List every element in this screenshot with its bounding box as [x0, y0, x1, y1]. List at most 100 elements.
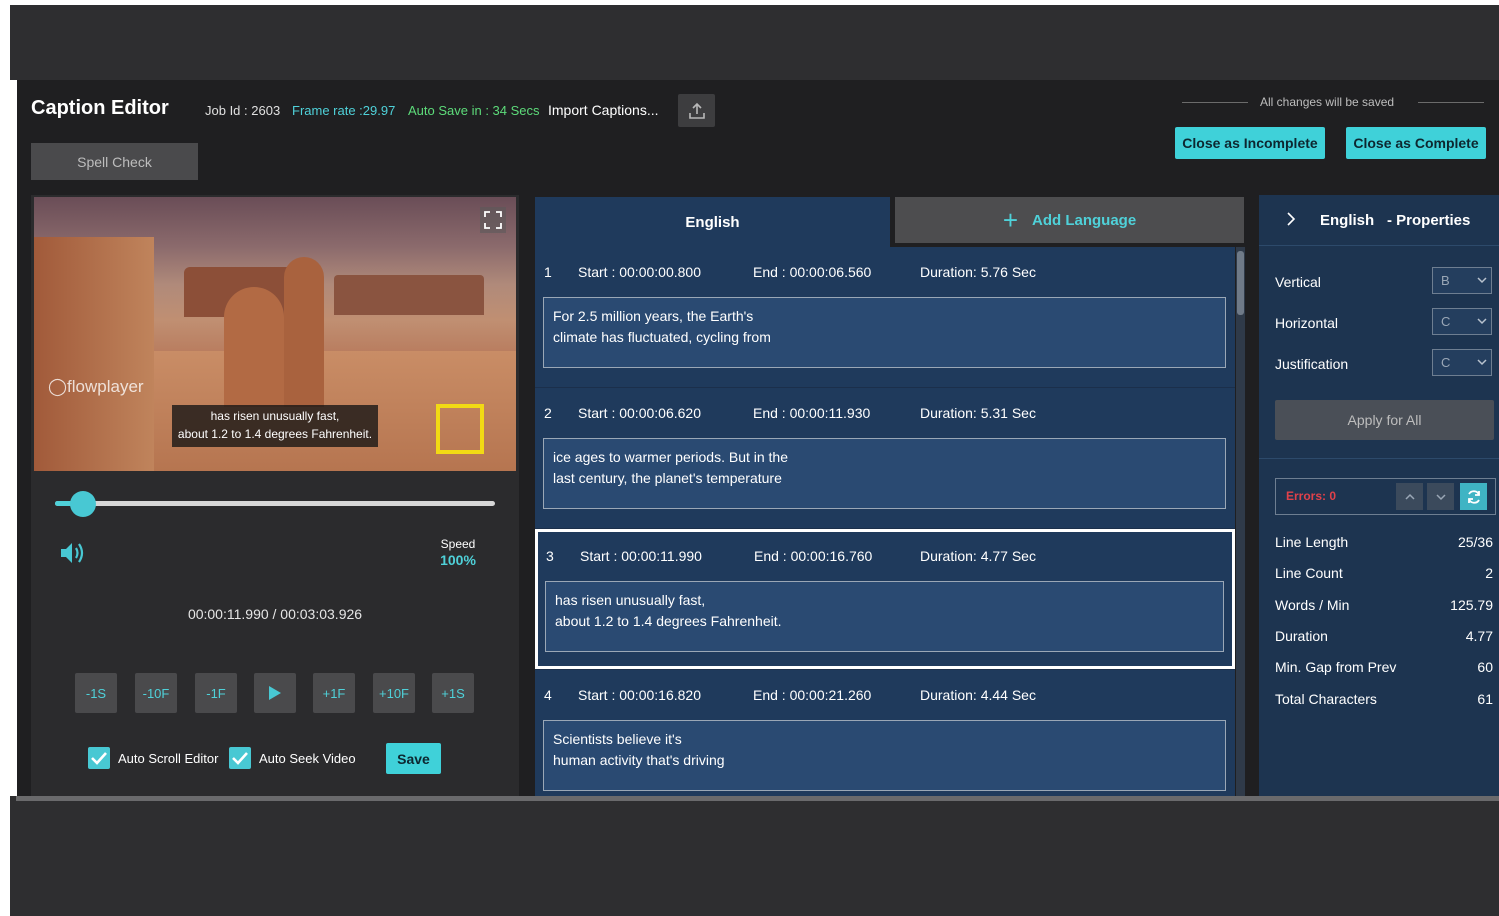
horizontal-select[interactable]: C — [1432, 308, 1492, 335]
forward-10f-button[interactable]: +10F — [373, 673, 415, 713]
auto-seek-checkbox[interactable] — [229, 747, 251, 769]
forward-1s-button[interactable]: +1S — [432, 673, 474, 713]
back-1f-button[interactable]: -1F — [195, 673, 237, 713]
vertical-label: Vertical — [1275, 274, 1321, 290]
check-icon — [91, 752, 107, 765]
stat-value: 4.77 — [1465, 628, 1493, 644]
collapse-button[interactable] — [1285, 211, 1297, 232]
back-10f-button[interactable]: -10F — [135, 673, 177, 713]
video-subtitle-line1: has risen unusually fast, — [210, 409, 340, 423]
caption-line: last century, the planet's temperature — [553, 470, 782, 486]
video-subtitle: has risen unusually fast, about 1.2 to 1… — [172, 405, 378, 447]
stat-value: 60 — [1477, 659, 1493, 675]
justification-value: C — [1441, 355, 1451, 370]
caption-text-editor[interactable]: For 2.5 million years, the Earth's clima… — [543, 297, 1226, 368]
volume-button[interactable] — [58, 539, 88, 572]
vertical-select[interactable]: B — [1432, 267, 1492, 294]
stat-value: 125.79 — [1450, 597, 1493, 613]
caption-text-editor[interactable]: ice ages to warmer periods. But in the l… — [543, 438, 1226, 509]
vertical-value: B — [1441, 273, 1450, 288]
video-panel: ◯flowplayer has risen unusually fast, ab… — [31, 195, 519, 796]
caption-line: human activity that's driving — [553, 752, 725, 768]
save-button[interactable]: Save — [386, 743, 441, 774]
play-icon — [269, 686, 281, 700]
caption-item-selected[interactable]: 3 Start : 00:00:11.990 End : 00:00:16.76… — [535, 529, 1235, 669]
properties-language: English — [1320, 212, 1375, 229]
tab-english[interactable]: English — [535, 197, 890, 247]
divider — [16, 796, 1499, 801]
stat-label: Line Length — [1275, 534, 1349, 550]
auto-seek-label: Auto Seek Video — [259, 750, 356, 766]
previous-error-button[interactable] — [1396, 483, 1423, 510]
video-scene — [284, 257, 324, 407]
caption-start: Start : 00:00:06.620 — [578, 405, 701, 421]
add-language-button[interactable]: + Add Language — [895, 197, 1244, 243]
video-scene — [34, 237, 154, 471]
speed-label: Speed — [440, 537, 476, 551]
chevron-down-icon — [1477, 277, 1487, 284]
caption-list-scrollbar[interactable] — [1236, 247, 1245, 796]
refresh-errors-button[interactable] — [1460, 483, 1487, 510]
stat-value: 25/36 — [1457, 534, 1493, 550]
save-note: All changes will be saved — [1182, 95, 1484, 109]
caption-item[interactable]: 4 Start : 00:00:16.820 End : 00:00:21.26… — [535, 670, 1235, 796]
fullscreen-icon — [484, 211, 502, 229]
stat-label: Line Count — [1275, 565, 1343, 581]
video-scene — [334, 275, 484, 315]
upload-button[interactable] — [678, 94, 715, 127]
chevron-right-icon — [1287, 212, 1296, 226]
video-player[interactable]: ◯flowplayer has risen unusually fast, ab… — [34, 197, 516, 471]
spell-check-button[interactable]: Spell Check — [31, 143, 198, 180]
next-error-button[interactable] — [1427, 483, 1454, 510]
auto-seek-toggle[interactable]: Auto Seek Video — [229, 746, 356, 770]
caption-text-editor[interactable]: has risen unusually fast, about 1.2 to 1… — [545, 581, 1224, 652]
caption-index: 3 — [546, 548, 554, 564]
properties-panel: English - Properties Vertical B Horizont… — [1259, 195, 1499, 796]
video-scene — [224, 287, 284, 407]
play-button[interactable] — [254, 673, 296, 713]
apply-for-all-button[interactable]: Apply for All — [1275, 400, 1494, 440]
close-complete-button[interactable]: Close as Complete — [1346, 127, 1486, 159]
auto-scroll-label: Auto Scroll Editor — [118, 750, 219, 766]
caption-item[interactable]: 2 Start : 00:00:06.620 End : 00:00:11.93… — [535, 388, 1235, 528]
speed-value[interactable]: 100% — [433, 552, 483, 568]
fullscreen-button[interactable] — [480, 207, 506, 233]
save-note-text: All changes will be saved — [1260, 95, 1395, 109]
caption-duration: Duration: 4.77 Sec — [920, 548, 1036, 564]
caption-start: Start : 00:00:00.800 — [578, 264, 701, 280]
caption-item[interactable]: 1 Start : 00:00:00.800 End : 00:00:06.56… — [535, 247, 1235, 387]
scrollbar-thumb[interactable] — [1237, 251, 1244, 315]
caption-line: For 2.5 million years, the Earth's — [553, 308, 754, 324]
frame-rate: Frame rate :29.97 — [292, 103, 396, 118]
caption-duration: Duration: 4.44 Sec — [920, 687, 1036, 703]
caption-list: 1 Start : 00:00:00.800 End : 00:00:06.56… — [535, 247, 1235, 796]
check-icon — [232, 752, 248, 765]
left-margin — [0, 0, 10, 916]
caption-index: 4 — [544, 687, 552, 703]
back-1s-button[interactable]: -1S — [75, 673, 117, 713]
stat-value: 61 — [1477, 691, 1493, 707]
caption-text-editor[interactable]: Scientists believe it's human activity t… — [543, 720, 1226, 791]
auto-scroll-checkbox[interactable] — [88, 747, 110, 769]
auto-save-status: Auto Save in : 34 Secs — [408, 103, 540, 118]
caption-end: End : 00:00:11.930 — [753, 405, 871, 421]
seek-handle[interactable] — [69, 491, 96, 517]
video-subtitle-line2: about 1.2 to 1.4 degrees Fahrenheit. — [177, 427, 373, 441]
auto-scroll-toggle[interactable]: Auto Scroll Editor — [88, 746, 218, 770]
caption-end: End : 00:00:06.560 — [753, 264, 872, 280]
flowplayer-logo-text: flowplayer — [67, 377, 144, 396]
close-incomplete-button[interactable]: Close as Incomplete — [1175, 127, 1325, 159]
forward-1f-button[interactable]: +1F — [313, 673, 355, 713]
add-language-label: Add Language — [1032, 211, 1137, 229]
stat-label: Words / Min — [1275, 597, 1350, 613]
properties-header: English - Properties — [1259, 195, 1499, 246]
plus-icon: + — [1002, 205, 1018, 235]
timecode: 00:00:11.990 / 00:03:03.926 — [187, 606, 363, 622]
justification-select[interactable]: C — [1432, 349, 1492, 376]
import-captions-link[interactable]: Import Captions... — [548, 102, 659, 118]
caption-end: End : 00:00:21.260 — [753, 687, 872, 703]
caption-start: Start : 00:00:16.820 — [578, 687, 701, 703]
caption-line: Scientists believe it's — [553, 731, 682, 747]
job-id: Job Id : 2603 — [205, 103, 281, 118]
seek-slider[interactable] — [55, 501, 495, 506]
